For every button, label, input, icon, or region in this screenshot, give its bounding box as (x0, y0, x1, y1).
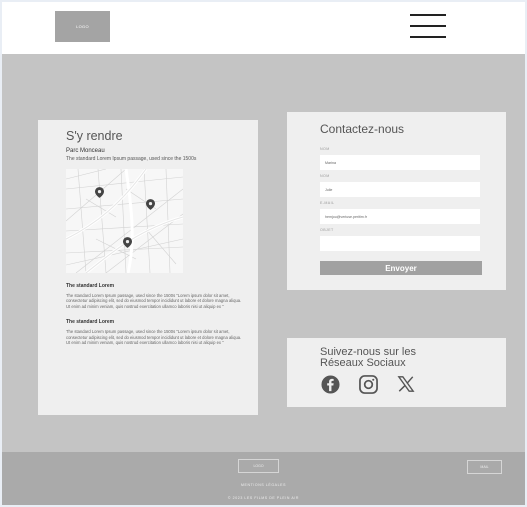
hamburger-menu-icon[interactable] (410, 14, 446, 38)
field-label: NOM (320, 174, 330, 178)
name-field[interactable]: Marina (320, 155, 480, 170)
info-block-title: The standard Lorem (66, 283, 115, 289)
map-streets (66, 169, 183, 273)
facebook-icon[interactable] (320, 374, 340, 394)
field-label: E-MAIL (320, 201, 335, 205)
field-label: NOM (320, 147, 330, 151)
info-block-text: The standard Lorem Ipsum passage, used s… (66, 329, 242, 346)
map[interactable] (66, 169, 183, 273)
email-field[interactable]: hemjou@veriuse.peritim.fr (320, 209, 480, 224)
social-title: Suivez-nous sur les Réseaux Sociaux (320, 346, 416, 369)
page: LOGO S'y rendre Parc Monceau The standar… (0, 0, 527, 507)
map-pin-icon[interactable] (123, 237, 132, 248)
header: LOGO (2, 2, 525, 54)
x-icon[interactable] (396, 374, 416, 394)
field-label: OBJET (320, 228, 334, 232)
legal-mentions-link[interactable]: MENTIONS LÉGALES (2, 483, 525, 487)
directions-card: S'y rendre Parc Monceau The standard Lor… (38, 120, 258, 415)
send-button[interactable]: Envoyer (320, 261, 482, 275)
footer-logo[interactable]: LOGO (238, 459, 279, 473)
footer-mail-button[interactable]: MAIL (467, 460, 502, 474)
directions-place: Parc Monceau (66, 148, 105, 154)
contact-card: Contactez-nous NOM Marina NOM Julie E-MA… (287, 112, 506, 290)
info-block-title: The standard Lorem (66, 319, 115, 326)
map-pin-icon[interactable] (95, 187, 104, 198)
map-pin-icon[interactable] (146, 199, 155, 210)
info-block-text: The standard Lorem Ipsum passage, used s… (66, 293, 242, 309)
footer: LOGO MENTIONS LÉGALES © 2023 LES FILMS D… (2, 452, 525, 505)
instagram-icon[interactable] (358, 374, 378, 394)
directions-title: S'y rendre (66, 129, 123, 143)
social-icons (320, 374, 506, 394)
logo[interactable]: LOGO (55, 11, 110, 42)
contact-title: Contactez-nous (320, 122, 405, 136)
copyright: © 2023 LES FILMS DE PLEIN AIR (227, 496, 300, 500)
subject-field[interactable] (320, 236, 480, 251)
directions-description: The standard Lorem Ipsum passage, used s… (66, 156, 197, 162)
first-name-field[interactable]: Julie (320, 182, 480, 197)
social-card: Suivez-nous sur les Réseaux Sociaux (287, 338, 506, 407)
